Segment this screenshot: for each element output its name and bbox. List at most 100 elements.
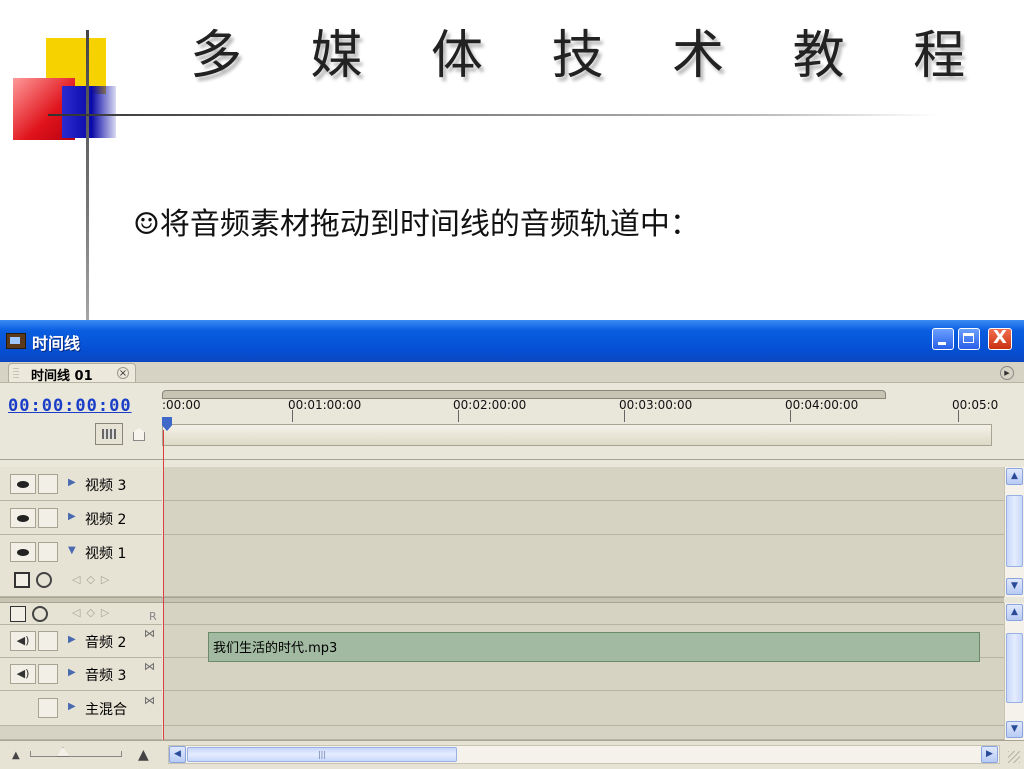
snap-button[interactable] — [95, 423, 123, 445]
window-title: 时间线 — [32, 334, 81, 353]
close-icon: X — [993, 327, 1007, 348]
ruler-label: 00:04:00:00 — [785, 398, 859, 412]
work-area-bar[interactable] — [162, 424, 992, 446]
track-name: 视频 2 — [85, 512, 127, 528]
track-header-audio-3: ◀) ▶ 音频 3 ⋈ — [0, 658, 162, 691]
ruler-tick — [292, 410, 293, 422]
timecode-display[interactable]: 00:00:00:00 — [8, 396, 132, 416]
track-name: 视频 3 — [85, 478, 127, 494]
speaker-icon[interactable]: ◀) — [10, 664, 36, 684]
zoom-in-icon[interactable]: ▲ — [138, 747, 149, 763]
track-name: 音频 2 — [85, 635, 127, 651]
time-ruler[interactable]: :00:00 00:01:00:00 00:02:00:00 00:03:00:… — [162, 390, 1004, 453]
ruler-label: 00:01:00:00 — [288, 398, 362, 412]
resize-grip-icon[interactable] — [1008, 751, 1020, 763]
eye-icon[interactable] — [10, 542, 36, 562]
clip-label: 我们生活的时代.mp3 — [213, 641, 338, 656]
keyframe-nav-icon[interactable]: ◁◇▷ — [72, 606, 115, 619]
expand-arrow-icon[interactable]: ▶ — [68, 511, 76, 522]
ruler-label: 00:02:00:00 — [453, 398, 527, 412]
eye-icon[interactable] — [10, 508, 36, 528]
audio-display-icon[interactable] — [10, 606, 26, 622]
decor-vertical-line — [86, 30, 89, 330]
scroll-up-icon[interactable]: ▲ — [1006, 604, 1023, 621]
app-icon — [6, 333, 26, 349]
track-lane-audio-3[interactable] — [163, 658, 1004, 691]
timeline-window: 时间线 X 时间线 01 × ▶ 00:00:00:00 :00:00 00:0… — [0, 320, 1024, 769]
audio-header-lane — [163, 603, 1004, 625]
track-header-video-1: ▼ 视频 1 ◁◇▷ — [0, 535, 162, 597]
lock-toggle[interactable] — [38, 542, 58, 562]
minimize-button[interactable] — [932, 328, 954, 350]
audio-clip[interactable]: 我们生活的时代.mp3 — [208, 632, 980, 662]
tab-timeline-01[interactable]: 时间线 01 × — [8, 363, 136, 384]
maximize-button[interactable] — [958, 328, 980, 350]
track-name: 主混合 — [85, 702, 127, 718]
tab-label: 时间线 01 — [31, 369, 93, 384]
audio-sync-icon: ⋈ — [144, 694, 155, 707]
ruler-tick — [790, 410, 791, 422]
keyframe-toggle-icon[interactable] — [32, 606, 48, 622]
scroll-right-icon[interactable]: ▶ — [981, 746, 998, 763]
ruler-label: :00:00 — [162, 398, 201, 412]
ruler-tick — [624, 410, 625, 422]
track-lane-master[interactable] — [163, 691, 1004, 726]
scroll-up-icon[interactable]: ▲ — [1006, 468, 1023, 485]
tab-close-icon[interactable]: × — [117, 367, 129, 379]
eye-icon[interactable] — [10, 474, 36, 494]
audio-header-row: ◁◇▷ R — [0, 603, 162, 625]
bottom-bar: ▲ ▲ ◀ ||| ▶ — [0, 740, 1024, 769]
scroll-thumb[interactable]: ||| — [187, 747, 457, 762]
audio-sync-icon: ⋈ — [144, 627, 155, 640]
decor-horizontal-line — [48, 114, 938, 116]
zoom-slider[interactable] — [30, 751, 122, 757]
track-header-video-3: ▶ 视频 3 — [0, 467, 162, 501]
audio-sync-icon: ⋈ — [144, 660, 155, 673]
decor-blue-square — [62, 86, 116, 138]
keyframe-nav-icon[interactable]: ◁◇▷ — [72, 573, 115, 586]
expand-arrow-icon[interactable]: ▶ — [68, 477, 76, 488]
ruler-tick — [958, 410, 959, 422]
track-name: 视频 1 — [85, 546, 127, 562]
keyframe-toggle-icon[interactable] — [36, 572, 52, 588]
scroll-thumb[interactable] — [1006, 633, 1023, 703]
scroll-thumb[interactable] — [1006, 495, 1023, 567]
display-style-icon[interactable] — [14, 572, 30, 588]
expand-arrow-icon[interactable]: ▶ — [68, 667, 76, 678]
slide-title: 多 媒 体 技 术 教 程 — [190, 26, 992, 86]
playhead-line — [163, 430, 164, 750]
ruler-tick — [458, 410, 459, 422]
collapse-arrow-icon[interactable]: ▼ — [68, 545, 76, 556]
set-marker-icon[interactable] — [131, 424, 147, 444]
expand-arrow-icon[interactable]: ▶ — [68, 634, 76, 645]
lock-toggle[interactable] — [38, 631, 58, 651]
expand-arrow-icon[interactable]: ▶ — [68, 701, 76, 712]
track-lane-video-3[interactable] — [163, 467, 1004, 501]
audio-footer-lane — [163, 726, 1004, 740]
ruler-label: 00:03:00:00 — [619, 398, 693, 412]
scroll-left-icon[interactable]: ◀ — [169, 746, 186, 763]
tab-strip: 时间线 01 × — [0, 362, 1024, 384]
lock-toggle[interactable] — [38, 508, 58, 528]
panel-menu-icon[interactable]: ▶ — [1000, 366, 1014, 380]
track-lane-video-2[interactable] — [163, 501, 1004, 535]
scroll-down-icon[interactable]: ▼ — [1006, 578, 1023, 595]
window-titlebar[interactable]: 时间线 X — [0, 320, 1024, 362]
video-vertical-scrollbar[interactable]: ▲ ▼ — [1004, 467, 1024, 597]
tab-grip-icon[interactable] — [13, 368, 19, 378]
track-name: 音频 3 — [85, 668, 127, 684]
track-lane-video-1[interactable] — [163, 535, 1004, 597]
track-header-audio-2: ◀) ▶ 音频 2 ⋈ — [0, 625, 162, 658]
scroll-down-icon[interactable]: ▼ — [1006, 721, 1023, 738]
lock-toggle[interactable] — [38, 474, 58, 494]
lock-toggle[interactable] — [38, 664, 58, 684]
zoom-out-icon[interactable]: ▲ — [12, 750, 20, 761]
close-button[interactable]: X — [988, 327, 1012, 350]
audio-vertical-scrollbar[interactable]: ▲ ▼ — [1004, 603, 1024, 740]
audio-header-marker: R — [149, 610, 157, 623]
track-header-video-2: ▶ 视频 2 — [0, 501, 162, 535]
lock-toggle[interactable] — [38, 698, 58, 718]
speaker-icon[interactable]: ◀) — [10, 631, 36, 651]
slide-bullet-text: ☺将音频素材拖动到时间线的音频轨道中： — [133, 207, 700, 242]
horizontal-scrollbar[interactable]: ◀ ||| ▶ — [168, 745, 1000, 764]
